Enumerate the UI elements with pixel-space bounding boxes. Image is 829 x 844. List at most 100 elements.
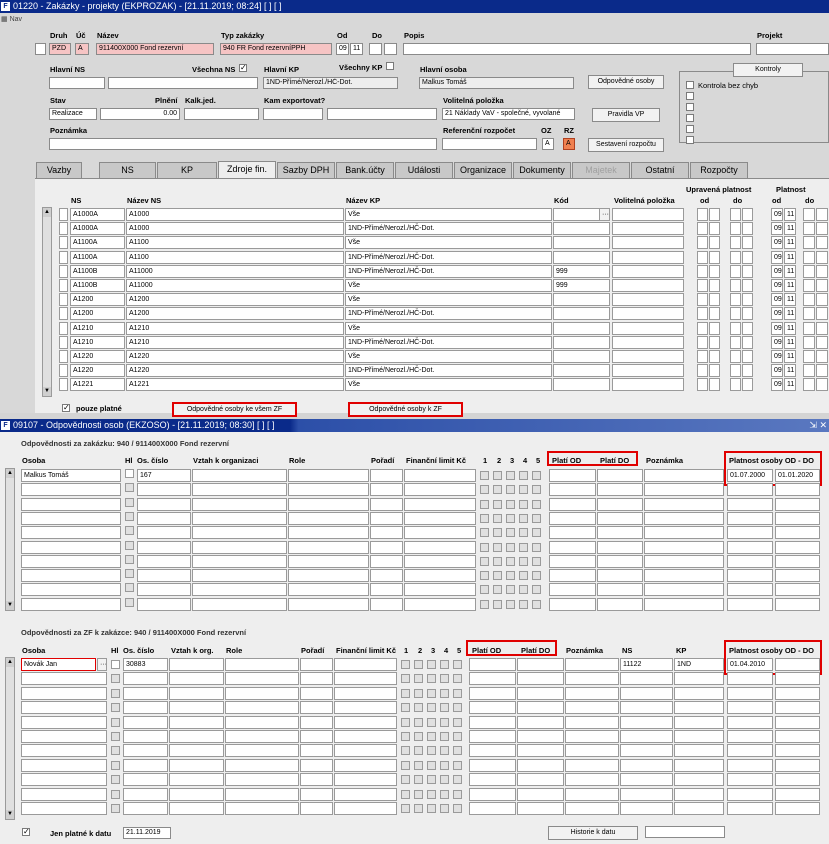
s2-cell-poznamka[interactable] bbox=[565, 715, 619, 729]
s1-cell-vztah[interactable] bbox=[192, 526, 287, 540]
s2-cell-poznamka[interactable] bbox=[565, 744, 619, 758]
scroll-up-icon[interactable]: ▲ bbox=[43, 208, 51, 217]
od-month-field[interactable]: 09 bbox=[336, 43, 349, 55]
tab-bank-ucty[interactable]: Bank.účty bbox=[336, 162, 394, 178]
grid-cell-kod[interactable] bbox=[553, 307, 610, 321]
s2-cell-platnost-do[interactable] bbox=[775, 715, 820, 729]
s2-cell-platnost-do[interactable] bbox=[775, 701, 820, 715]
s2-cell-vztah[interactable] bbox=[169, 758, 224, 772]
grid-cell-pl-od-m[interactable]: 09 bbox=[771, 222, 783, 236]
s1-cell-hl-checkbox[interactable] bbox=[125, 526, 134, 536]
grid-cell-up-od-y[interactable] bbox=[709, 350, 720, 363]
grid-cell-ns[interactable]: A1100A bbox=[70, 236, 125, 250]
s1-cell-limit[interactable] bbox=[404, 483, 476, 497]
s2-cell-ns[interactable] bbox=[620, 730, 673, 743]
s1-cell-flag-checkbox[interactable] bbox=[532, 599, 541, 609]
s1-cell-limit[interactable] bbox=[404, 526, 476, 540]
grid-cell-up-od-m[interactable] bbox=[697, 264, 708, 278]
s2-cell-vztah[interactable] bbox=[169, 686, 224, 700]
grid-cell-pl-od-m[interactable]: 09 bbox=[771, 335, 783, 349]
s1-cell-flag-checkbox[interactable] bbox=[506, 556, 515, 566]
s2-cell-ns[interactable] bbox=[620, 758, 673, 772]
s2-cell-plati-do[interactable] bbox=[517, 686, 564, 700]
s2-cell-platnost-do[interactable] bbox=[775, 658, 820, 671]
grid-row-checkbox[interactable] bbox=[59, 279, 68, 292]
s2-cell-poznamka[interactable] bbox=[565, 701, 619, 715]
grid-cell-pl-do-y[interactable] bbox=[816, 222, 828, 236]
s1-cell-flag-checkbox[interactable] bbox=[480, 485, 489, 495]
grid-cell-pl-od-y[interactable]: 11 bbox=[784, 236, 796, 250]
s1-cell-flag-checkbox[interactable] bbox=[480, 499, 489, 509]
s1-cell-cislo[interactable] bbox=[137, 526, 191, 540]
s2-cell-flag-checkbox[interactable] bbox=[414, 688, 423, 698]
s1-cell-role[interactable] bbox=[288, 497, 369, 511]
s2-cell-flag-checkbox[interactable] bbox=[414, 789, 423, 799]
s1-row1-platnost-do[interactable]: 01.01.2020 bbox=[775, 469, 820, 482]
s2-cell-flag-checkbox[interactable] bbox=[440, 660, 449, 669]
s2-cell-flag-checkbox[interactable] bbox=[401, 674, 410, 684]
s1-cell-flag-checkbox[interactable] bbox=[532, 528, 541, 538]
volitelna-polozka-field[interactable]: 21 Náklady VaV - společné, vyvolané bbox=[442, 108, 575, 120]
grid-cell-pl-do-m[interactable] bbox=[803, 236, 815, 250]
grid-cell-kod[interactable] bbox=[553, 222, 610, 236]
s1-cell-flag-checkbox[interactable] bbox=[493, 499, 502, 509]
s1-cell-poznamka[interactable] bbox=[644, 511, 724, 525]
s2-cell-kp[interactable] bbox=[674, 758, 724, 772]
s1-row1-cislo[interactable]: 167 bbox=[137, 469, 191, 482]
s1-cell-platnost-do[interactable] bbox=[775, 597, 820, 611]
grid-cell-nazev-kp[interactable]: Vše bbox=[345, 350, 552, 363]
s2-cell-platnost-od[interactable] bbox=[727, 758, 773, 772]
tab-organizace[interactable]: Organizace bbox=[454, 162, 512, 178]
s1-cell-plati-od[interactable] bbox=[549, 583, 596, 597]
grid-cell-pl-od-m[interactable]: 09 bbox=[771, 350, 783, 363]
s1-cell-limit[interactable] bbox=[404, 569, 476, 583]
s2-cell-flag-checkbox[interactable] bbox=[401, 660, 410, 669]
s1-cell-flag-checkbox[interactable] bbox=[506, 499, 515, 509]
tab-vazby[interactable]: Vazby bbox=[36, 162, 82, 178]
s2-cell-plati-od[interactable] bbox=[469, 730, 516, 743]
s2-cell-poradi[interactable] bbox=[300, 744, 333, 758]
grid-cell-ns[interactable]: A1221 bbox=[70, 378, 125, 392]
grid-row-checkbox[interactable] bbox=[59, 222, 68, 236]
grid-cell-pl-od-y[interactable]: 11 bbox=[784, 378, 796, 392]
s1-cell-flag-checkbox[interactable] bbox=[519, 499, 528, 509]
s2-cell-hl-checkbox[interactable] bbox=[111, 717, 120, 727]
poznamka-field[interactable] bbox=[49, 138, 437, 150]
s2-cell-flag-checkbox[interactable] bbox=[414, 717, 423, 727]
s2-cell-kp[interactable] bbox=[674, 744, 724, 758]
s1-scrollbar[interactable]: ▲ ▼ bbox=[5, 468, 15, 611]
s1-cell-cislo[interactable] bbox=[137, 554, 191, 568]
kontrola-bez-chyb-checkbox[interactable] bbox=[686, 81, 694, 89]
grid-cell-pl-od-m[interactable]: 09 bbox=[771, 378, 783, 392]
s1-cell-plati-od[interactable] bbox=[549, 497, 596, 511]
s1-scroll-down-icon[interactable]: ▼ bbox=[6, 601, 14, 610]
s2-cell-cislo[interactable] bbox=[123, 686, 168, 700]
s2-cell-poradi[interactable] bbox=[300, 787, 333, 801]
s2-cell-vztah[interactable] bbox=[169, 701, 224, 715]
s2-cell-poradi[interactable] bbox=[300, 686, 333, 700]
s2-cell-ns[interactable] bbox=[620, 715, 673, 729]
s2-cell-osoba[interactable] bbox=[21, 730, 107, 743]
nazev-field[interactable]: 911400X000 Fond rezervní bbox=[96, 43, 214, 55]
s2-cell-plati-do[interactable] bbox=[517, 744, 564, 758]
s2-cell-platnost-do[interactable] bbox=[775, 686, 820, 700]
grid-cell-up-od-y[interactable] bbox=[709, 378, 720, 392]
s1-cell-vztah[interactable] bbox=[192, 554, 287, 568]
s1-cell-plati-do[interactable] bbox=[597, 497, 643, 511]
s1-cell-flag-checkbox[interactable] bbox=[506, 471, 515, 480]
s2-cell-osoba[interactable] bbox=[21, 672, 107, 686]
s1-cell-hl-checkbox[interactable] bbox=[125, 483, 134, 493]
grid-cell-pl-do-y[interactable] bbox=[816, 321, 828, 335]
s1-cell-flag-checkbox[interactable] bbox=[480, 542, 489, 552]
s2-cell-plati-do[interactable] bbox=[517, 802, 564, 815]
s2-cell-poznamka[interactable] bbox=[565, 802, 619, 815]
s1-cell-poradi[interactable] bbox=[370, 554, 403, 568]
s2-cell-osoba[interactable] bbox=[21, 802, 107, 815]
grid-cell-ns[interactable]: A1210 bbox=[70, 321, 125, 335]
grid-cell-up-do-y[interactable] bbox=[742, 208, 753, 221]
s2-cell-cislo[interactable] bbox=[123, 758, 168, 772]
grid-cell-kod[interactable] bbox=[553, 293, 610, 307]
s1-cell-flag-checkbox[interactable] bbox=[519, 485, 528, 495]
grid-cell-nazev-kp[interactable]: 1ND-Přímé/Nerozl./HČ-Dot. bbox=[345, 222, 552, 236]
s2-cell-poradi[interactable] bbox=[300, 758, 333, 772]
